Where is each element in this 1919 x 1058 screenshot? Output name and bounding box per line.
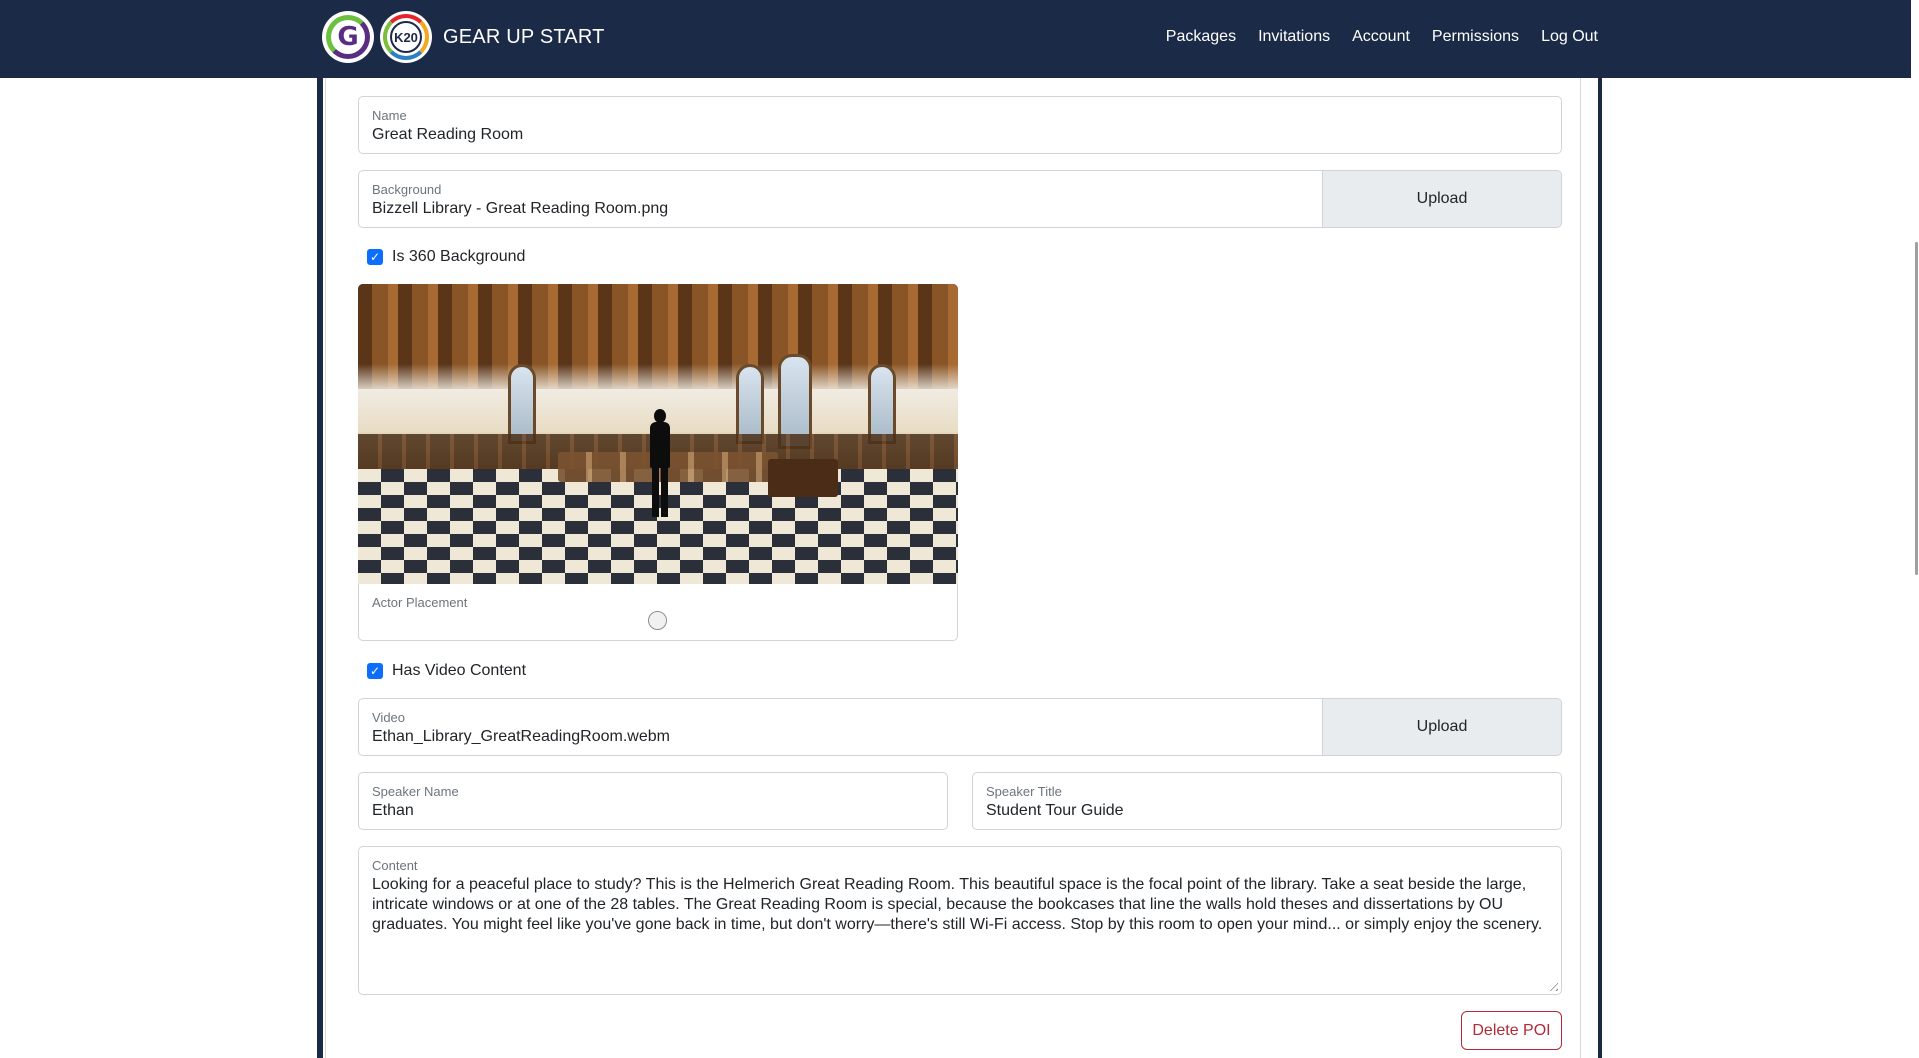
speaker-title-value: Student Tour Guide (986, 802, 1124, 819)
background-upload-button[interactable]: Upload (1322, 170, 1562, 228)
gear-up-logo[interactable]: G (322, 11, 374, 63)
name-label: Name (372, 108, 407, 123)
pano-desk (768, 459, 838, 497)
background-label: Background (372, 182, 442, 197)
speaker-title-field[interactable]: Speaker Title Student Tour Guide (972, 772, 1562, 830)
is-360-label[interactable]: Is 360 Background (392, 248, 525, 266)
nav-packages[interactable]: Packages (1166, 28, 1236, 46)
name-field[interactable]: Name Great Reading Room (358, 96, 1562, 154)
nav-account[interactable]: Account (1352, 28, 1410, 46)
actor-placement-handle[interactable] (648, 611, 667, 630)
is-360-checkbox[interactable]: ✓ (367, 249, 383, 265)
container-border-left (317, 78, 323, 1058)
video-field[interactable]: Video Ethan_Library_GreatReadingRoom.web… (358, 698, 1324, 756)
k20-logo-text: K20 (390, 21, 422, 53)
gear-up-logo-ring: G (326, 15, 370, 59)
background-value: Bizzell Library - Great Reading Room.png (372, 200, 669, 217)
container-divider-right (1580, 78, 1581, 1058)
video-upload-button[interactable]: Upload (1322, 698, 1562, 756)
nav-links: Packages Invitations Account Permissions… (1166, 28, 1598, 46)
nav-invitations[interactable]: Invitations (1258, 28, 1330, 46)
has-video-checkbox-row[interactable]: ✓ Has Video Content (367, 662, 526, 680)
content-label: Content (372, 858, 418, 873)
nav-permissions[interactable]: Permissions (1432, 28, 1519, 46)
background-field[interactable]: Background Bizzell Library - Great Readi… (358, 170, 1324, 228)
resize-grip-icon[interactable] (1546, 979, 1558, 991)
speaker-name-field[interactable]: Speaker Name Ethan (358, 772, 948, 830)
k20-logo-ring: K20 (383, 14, 429, 60)
scrollbar-thumb[interactable] (1915, 242, 1918, 575)
actor-placement-label: Actor Placement (372, 595, 468, 610)
name-value: Great Reading Room (372, 126, 524, 143)
has-video-label[interactable]: Has Video Content (392, 662, 526, 680)
video-value: Ethan_Library_GreatReadingRoom.webm (372, 728, 670, 745)
nav-log-out[interactable]: Log Out (1541, 28, 1598, 46)
speaker-name-label: Speaker Name (372, 784, 459, 799)
speaker-title-label: Speaker Title (986, 784, 1062, 799)
pano-window (868, 364, 896, 444)
top-navbar: G K20 GEAR UP START Packages Invitations… (0, 0, 1919, 78)
content-textarea[interactable]: Content Looking for a peaceful place to … (358, 846, 1562, 995)
content-value: Looking for a peaceful place to study? T… (372, 876, 1543, 933)
is-360-checkbox-row[interactable]: ✓ Is 360 Background (367, 248, 525, 266)
pano-window (508, 364, 536, 444)
delete-poi-button[interactable]: Delete POI (1461, 1011, 1562, 1050)
k20-logo[interactable]: K20 (380, 11, 432, 63)
has-video-checkbox[interactable]: ✓ (367, 663, 383, 679)
speaker-name-value: Ethan (372, 802, 414, 819)
actor-placement-field: Actor Placement (358, 584, 958, 641)
container-divider-left (325, 78, 326, 1058)
container-border-right (1598, 78, 1602, 1058)
page-scrollbar[interactable] (1911, 0, 1919, 1058)
background-360-preview[interactable] (358, 284, 958, 584)
video-label: Video (372, 710, 406, 725)
actor-silhouette (648, 409, 672, 519)
pano-window (736, 364, 764, 444)
gear-up-logo-letter: G (337, 22, 359, 52)
brand-title[interactable]: GEAR UP START (443, 26, 605, 49)
